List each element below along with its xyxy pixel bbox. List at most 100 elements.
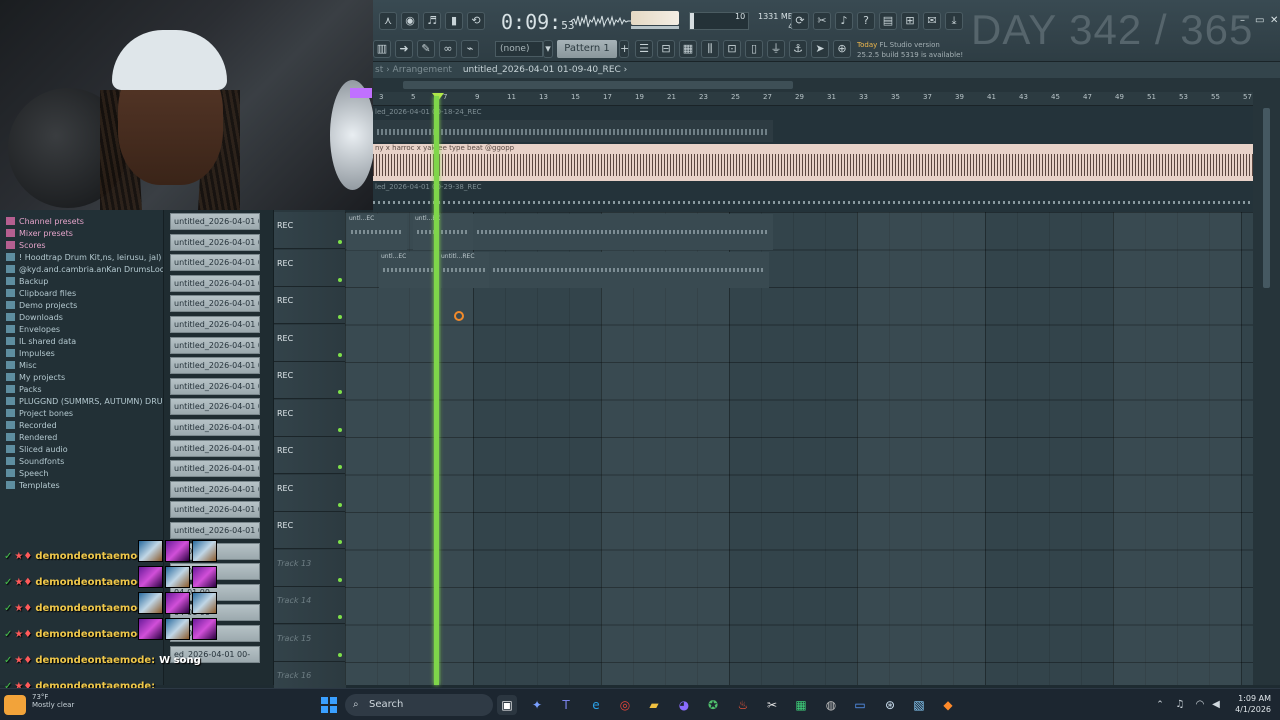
pattern-clip[interactable]: untl...EC <box>347 214 407 250</box>
track-led-icon[interactable] <box>338 427 342 432</box>
picker-item[interactable]: untitled_2026-04-01 00- <box>170 274 260 292</box>
browser-item[interactable]: ! Hoodtrap Drum Kit,ns, leirusu, jal) (2… <box>6 252 175 264</box>
track-led-icon[interactable] <box>338 502 342 507</box>
track-led-icon[interactable] <box>338 577 342 582</box>
beat-audio-clip[interactable]: ny x harroc x yakree type beat @ggopp <box>373 144 1253 181</box>
browser-item[interactable]: Demo projects <box>6 300 77 312</box>
browser-item[interactable]: Project bones <box>6 408 73 420</box>
piano-roll-icon[interactable]: ▦ <box>679 40 697 58</box>
track-header[interactable]: Track 15 <box>274 624 346 662</box>
pattern-clip[interactable]: untitl...REC <box>439 252 489 288</box>
track-header[interactable]: REC <box>274 437 346 474</box>
track-led-icon[interactable] <box>338 652 342 657</box>
picker-item[interactable]: untitled_2026-04-01 00- <box>170 460 260 478</box>
picker-item[interactable]: untitled_2026-04-01 00- <box>170 377 260 395</box>
track-header[interactable]: Track 14 <box>274 587 346 624</box>
picker-item[interactable]: untitled_2026-04-01 00- <box>170 254 260 272</box>
browser-item[interactable]: Scores <box>6 240 46 252</box>
browser-item[interactable]: Impulses <box>6 348 55 360</box>
browser-item[interactable]: Envelopes <box>6 324 60 336</box>
steam-icon[interactable]: ⊛ <box>880 695 900 715</box>
picker-item[interactable]: untitled_2026-04-01 00- <box>170 522 260 539</box>
playlist-icon[interactable]: ☰ <box>635 40 653 58</box>
audio-clip[interactable]: led_2026-04-01 00-29-38_REC <box>373 183 1253 211</box>
track-header[interactable]: REC <box>274 249 346 287</box>
picker-item[interactable]: untitled_2026-04-01 00- <box>170 213 260 230</box>
taskbar-search[interactable]: ⌕ Search <box>345 694 493 716</box>
browser-item[interactable]: Speech <box>6 468 48 480</box>
track-header[interactable]: Track 13 <box>274 549 346 587</box>
browser-item[interactable]: Sliced audio <box>6 444 68 456</box>
pattern-selector[interactable]: Pattern 1 <box>557 40 617 58</box>
arrow-icon[interactable]: ➜ <box>395 40 413 58</box>
save-icon[interactable]: ▤ <box>879 12 897 30</box>
help-icon[interactable]: ? <box>857 12 875 30</box>
track-header[interactable]: REC <box>274 399 346 437</box>
browser-item[interactable]: Mixer presets <box>6 228 73 240</box>
loop-record-icon[interactable]: ⟲ <box>467 12 485 30</box>
mic-icon[interactable]: ♫ <box>1170 695 1190 715</box>
picker-item[interactable]: untitled_2026-04-01 00- <box>170 316 260 333</box>
windows-start-icon[interactable] <box>321 697 337 713</box>
pattern-clip-group[interactable] <box>473 214 773 250</box>
file-explorer-icon[interactable]: ▰ <box>644 695 664 715</box>
app-icon[interactable]: ▦ <box>791 695 811 715</box>
vertical-scrollbar[interactable] <box>1253 78 1280 685</box>
browser-icon[interactable]: ▯ <box>745 40 763 58</box>
download-icon[interactable]: ⤓ <box>945 12 963 30</box>
track-led-icon[interactable] <box>338 315 342 319</box>
cart-icon[interactable]: ⊕ <box>833 40 851 58</box>
picker-item[interactable]: untitled_2026-04-01 00- <box>170 419 260 436</box>
plugin-icon[interactable]: ⊡ <box>723 40 741 58</box>
picker-item[interactable]: untitled_2026-04-01 00- <box>170 480 260 498</box>
browser-item[interactable]: Downloads <box>6 312 63 324</box>
track-header[interactable]: REC <box>274 212 346 249</box>
app-icon[interactable]: ♨ <box>733 695 753 715</box>
browser-item[interactable]: PLUGGND (SUMMRS, AUTUMN) DRUMKIT <box>6 396 182 408</box>
browser-item[interactable]: Templates <box>6 480 60 492</box>
track-led-icon[interactable] <box>338 240 342 244</box>
browser-item[interactable]: Channel presets <box>6 216 84 228</box>
step-edit-icon[interactable]: ▮ <box>445 12 463 30</box>
link-icon[interactable]: ∞ <box>439 40 457 58</box>
channel-rack-icon[interactable]: ⊟ <box>657 40 675 58</box>
track-led-icon[interactable] <box>338 352 342 357</box>
pencil-icon[interactable]: ✎ <box>417 40 435 58</box>
mixer-icon[interactable]: ⊞ <box>901 12 919 30</box>
fl-studio-icon[interactable]: ◆ <box>938 695 958 715</box>
capcut-icon[interactable]: ✂ <box>762 695 782 715</box>
cut-icon[interactable]: ✂ <box>813 12 831 30</box>
mic-icon[interactable]: ♪ <box>835 12 853 30</box>
playhead[interactable] <box>434 96 439 685</box>
picker-item[interactable]: untitled_2026-04-01 00- <box>170 233 260 251</box>
audio-clip[interactable]: led_2026-04-01 00-18-24_REC <box>373 108 773 142</box>
track-header[interactable]: REC <box>274 287 346 324</box>
chevron-down-icon[interactable]: ▾ <box>543 40 553 58</box>
metronome-icon[interactable]: ◉ <box>401 12 419 30</box>
send-icon[interactable]: ➤ <box>811 40 829 58</box>
chevron-up-icon[interactable]: ⌃ <box>1150 695 1170 715</box>
countdown-icon[interactable]: ♬ <box>423 12 441 30</box>
obs-icon[interactable]: ◍ <box>821 695 841 715</box>
app-icon[interactable]: ▭ <box>850 695 870 715</box>
volume-icon[interactable]: ◀ <box>1206 695 1226 715</box>
browser-item[interactable]: Misc <box>6 360 37 372</box>
picker-item[interactable]: untitled_2026-04-01 00- <box>170 398 260 416</box>
browser-item[interactable]: Clipboard files <box>6 288 76 300</box>
track-led-icon[interactable] <box>338 540 342 544</box>
picker-item[interactable]: untitled_2026-04-01 00- <box>170 439 260 457</box>
browser-item[interactable]: My projects <box>6 372 65 384</box>
track-led-icon[interactable] <box>338 390 342 394</box>
piano-icon[interactable]: ▥ <box>373 40 391 58</box>
picker-item[interactable]: untitled_2026-04-01 00- <box>170 295 260 313</box>
picker-item[interactable]: untitled_2026-04-01 00- <box>170 501 260 519</box>
browser-item[interactable]: Soundfonts <box>6 456 64 468</box>
discord-icon[interactable]: ◕ <box>674 695 694 715</box>
mixer-view-icon[interactable]: ⫼ <box>701 40 719 58</box>
plug-icon[interactable]: ⏚ <box>767 40 785 58</box>
track-header[interactable]: REC <box>274 474 346 512</box>
maximize-button[interactable]: ▭ <box>1255 15 1264 26</box>
close-button[interactable]: ✕ <box>1270 15 1278 26</box>
track-led-icon[interactable] <box>338 465 342 469</box>
undo-icon[interactable]: ⟳ <box>791 12 809 30</box>
